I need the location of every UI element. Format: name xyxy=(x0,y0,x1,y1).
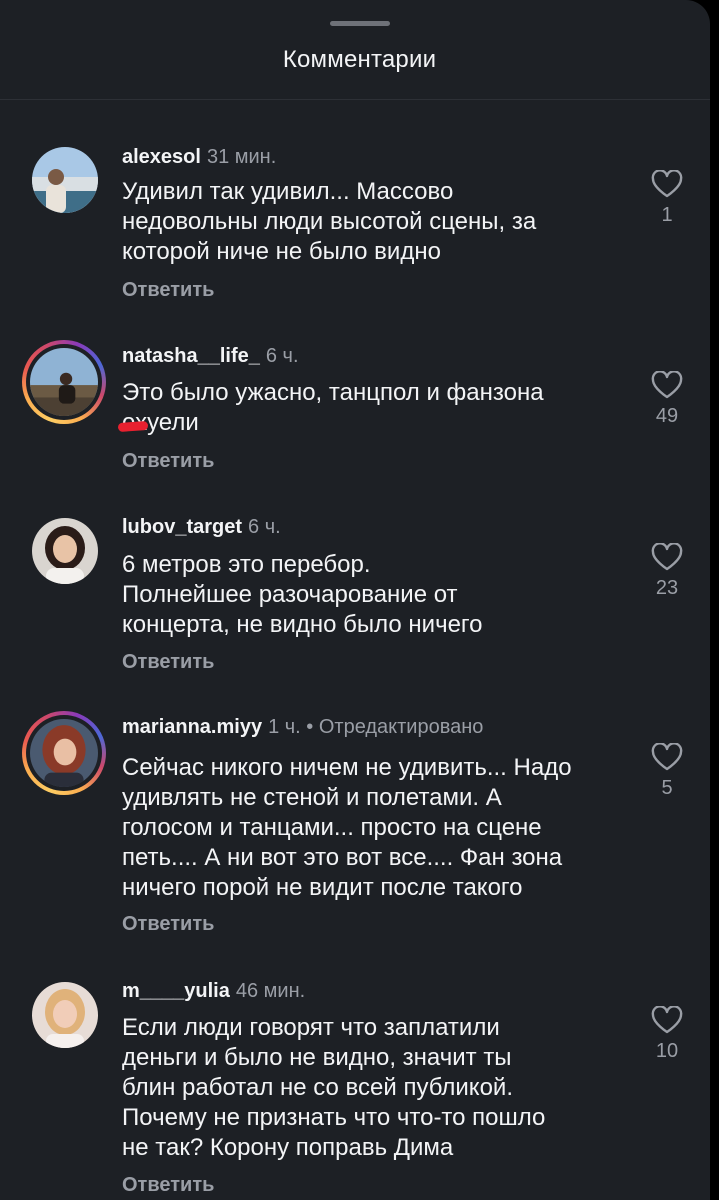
drag-handle[interactable] xyxy=(330,21,390,26)
comment-text: Сейчас никого ничем не удивить... Надо у… xyxy=(122,753,632,903)
avatar xyxy=(30,719,98,787)
like-button[interactable]: 49 xyxy=(647,371,687,428)
avatar xyxy=(30,348,98,416)
comment-line: охуели xyxy=(122,409,199,436)
comment-line: Полнейшее разочарование от xyxy=(122,581,458,608)
comment-line: Если люди говорят что заплатили xyxy=(122,1014,500,1041)
comment-username[interactable]: marianna.miyy xyxy=(122,716,262,738)
comment-text: Удивил так удивил... Массово недовольны … xyxy=(122,177,632,267)
comment-time: 6 ч. xyxy=(248,516,281,538)
reply-button[interactable]: Ответить xyxy=(122,1174,214,1197)
comment-username[interactable]: natasha__life_ xyxy=(122,345,260,367)
edited-label: • Отредактировано xyxy=(306,716,484,738)
avatar-story-ring[interactable] xyxy=(22,340,106,424)
comment-line: не так? Корону поправь Дима xyxy=(122,1134,454,1161)
comment-time: 46 мин. xyxy=(235,980,306,1002)
reply-button[interactable]: Ответить xyxy=(122,651,214,674)
heart-outline-icon xyxy=(651,743,683,771)
comment-line: Это было ужасно, танцпол и фанзона xyxy=(122,379,544,406)
like-count: 1 xyxy=(661,204,673,226)
heart-outline-icon xyxy=(651,371,683,399)
comment-line: удивлять не стеной и полетами. А xyxy=(122,784,502,811)
comment-line: концерта, не видно было ничего xyxy=(122,611,483,638)
comment-time: 6 ч. xyxy=(265,345,299,367)
comment-line: блин работал не со всей публикой. xyxy=(122,1074,513,1101)
comment-time: 31 мин. xyxy=(206,146,277,168)
like-count: 10 xyxy=(655,1040,679,1062)
avatar-ring-gap xyxy=(26,715,102,791)
like-count: 23 xyxy=(655,577,679,599)
avatar[interactable] xyxy=(32,147,98,213)
like-button[interactable]: 10 xyxy=(647,1006,687,1063)
reply-button[interactable]: Ответить xyxy=(122,279,214,302)
heart-outline-icon xyxy=(651,170,683,198)
comment-text: 6 метров это перебор. Полнейшее разочаро… xyxy=(122,550,632,640)
comment-text: Если люди говорят что заплатили деньги и… xyxy=(122,1013,632,1163)
comment-username[interactable]: alexesol xyxy=(122,146,201,168)
heart-outline-icon xyxy=(651,543,683,571)
comment-line: ничего порой не видит после такого xyxy=(122,874,523,901)
like-button[interactable]: 23 xyxy=(647,543,687,600)
comment-username[interactable]: lubov_target xyxy=(122,516,242,538)
comment-line: Удивил так удивил... Массово xyxy=(122,178,454,205)
reply-button[interactable]: Ответить xyxy=(122,450,214,473)
comment-line: Сейчас никого ничем не удивить... Надо xyxy=(122,754,572,781)
comment-line: петь.... А ни вот это вот все.... Фан зо… xyxy=(122,844,563,871)
like-count: 49 xyxy=(655,405,679,427)
comment-line: которой ниче не было видно xyxy=(122,238,441,265)
comment-line: голосом и танцами... просто на сцене xyxy=(122,814,542,841)
avatar-story-ring[interactable] xyxy=(22,711,106,795)
comment-line: Почему не признать что что-то пошло xyxy=(122,1104,546,1131)
comment-line: деньги и было не видно, значит ты xyxy=(122,1044,512,1071)
comments-sheet: Комментарии alexesol 31 мин. Удивил так у… xyxy=(0,0,710,1200)
avatar[interactable] xyxy=(32,518,98,584)
sheet-title: Комментарии xyxy=(282,46,437,73)
heart-outline-icon xyxy=(651,1006,683,1034)
avatar[interactable] xyxy=(32,982,98,1048)
header-divider xyxy=(0,99,710,100)
comment-username[interactable]: m____yulia xyxy=(122,980,230,1002)
like-button[interactable]: 5 xyxy=(647,743,687,800)
comment-text: Это было ужасно, танцпол и фанзона охуел… xyxy=(122,378,632,438)
like-count: 5 xyxy=(661,777,673,799)
reply-button[interactable]: Ответить xyxy=(122,913,214,936)
avatar-ring-gap xyxy=(26,344,102,420)
like-button[interactable]: 1 xyxy=(647,170,687,227)
comment-line: 6 метров это перебор. xyxy=(122,551,371,578)
comment-line: недовольны люди высотой сцены, за xyxy=(122,208,537,235)
comment-time: 1 ч. xyxy=(268,716,301,738)
